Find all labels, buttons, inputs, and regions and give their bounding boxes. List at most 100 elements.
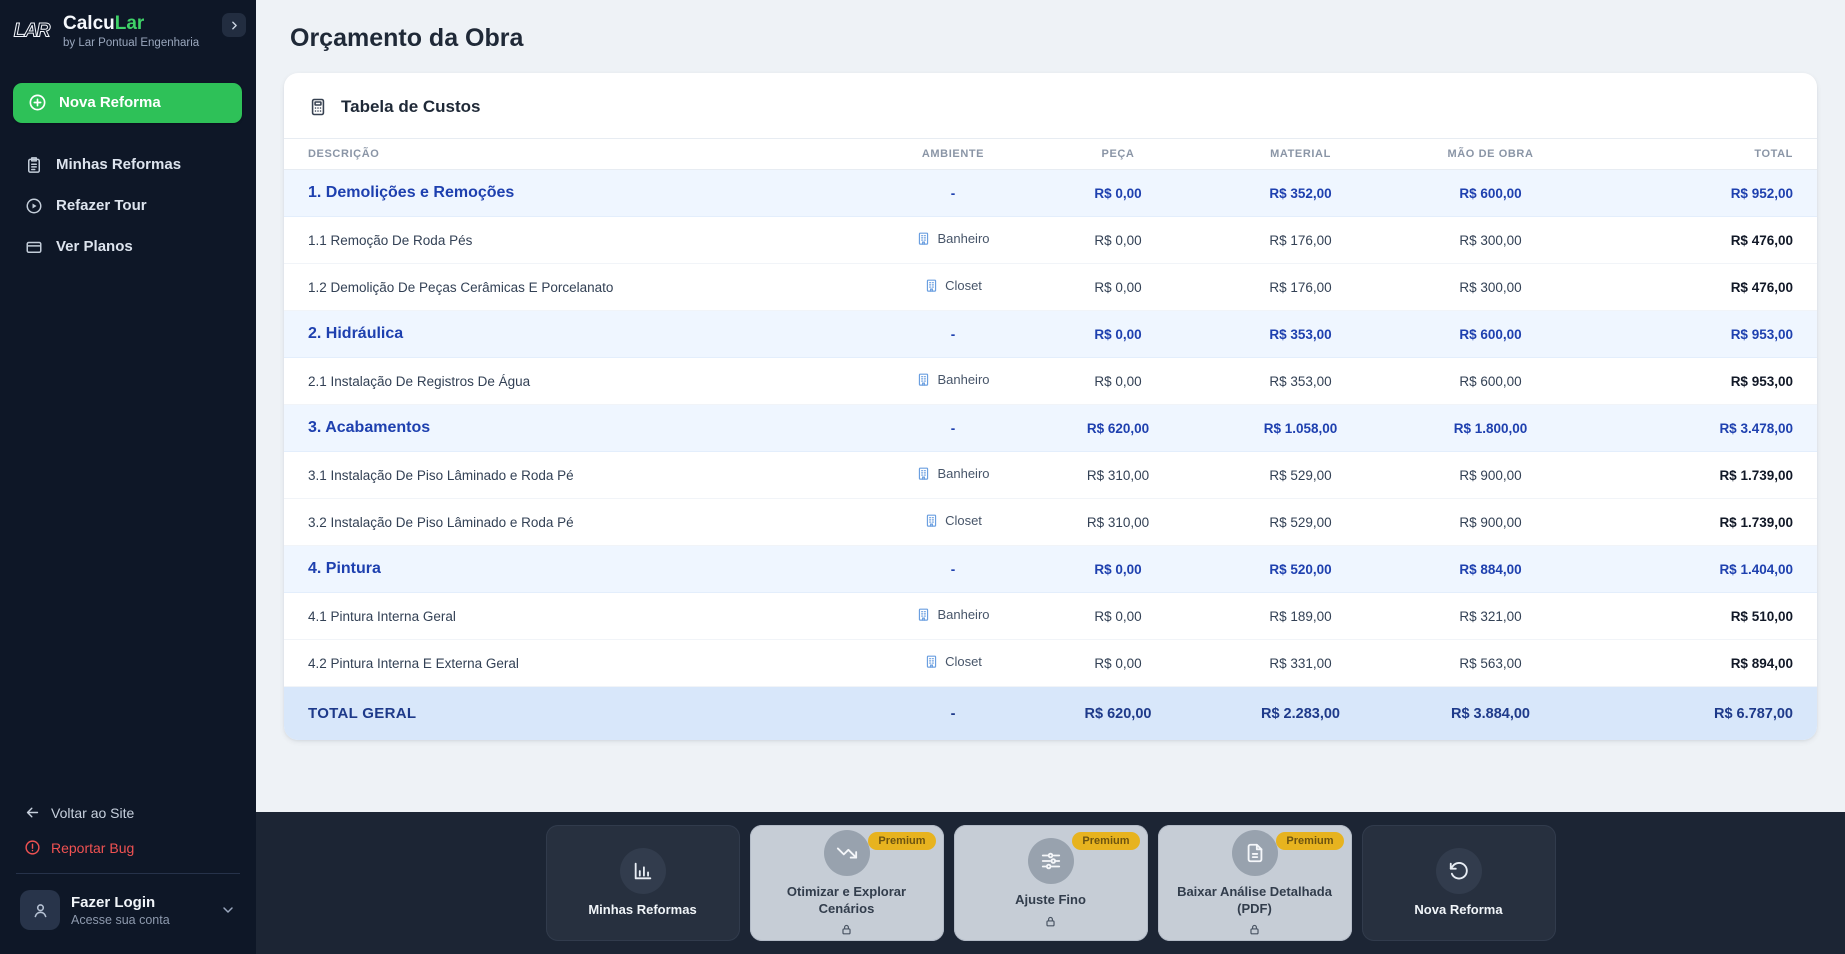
- cell-material: R$ 529,00: [1208, 515, 1393, 530]
- bar-chart-icon: [620, 848, 666, 894]
- cell-mao-de-obra: R$ 1.800,00: [1393, 421, 1588, 436]
- cell-peca: R$ 0,00: [1028, 280, 1208, 295]
- arrow-left-icon: [24, 804, 41, 821]
- cell-mao-de-obra: R$ 600,00: [1393, 374, 1588, 389]
- row-description: 2.1 Instalação De Registros De Água: [308, 374, 878, 389]
- grand-total-row: TOTAL GERAL-R$ 620,00R$ 2.283,00R$ 3.884…: [284, 687, 1817, 740]
- ambiente-dash: -: [951, 706, 956, 722]
- calculator-icon: [308, 97, 328, 117]
- action-label: Ajuste Fino: [1003, 892, 1098, 909]
- cell-peca: R$ 620,00: [1028, 706, 1208, 722]
- cell-peca: R$ 310,00: [1028, 515, 1208, 530]
- chevron-down-icon: [220, 902, 236, 918]
- user-icon: [31, 901, 50, 920]
- cell-peca: R$ 0,00: [1028, 186, 1208, 201]
- table-row: 2.1 Instalação De Registros De Água Banhe…: [284, 358, 1817, 405]
- ambiente-chip: Banheiro: [916, 607, 989, 622]
- cell-material: R$ 353,00: [1208, 327, 1393, 342]
- sliders-icon: [1028, 838, 1074, 884]
- row-description: 1. Demolições e Remoções: [308, 184, 878, 202]
- minhas-reformas-button[interactable]: Minhas Reformas: [546, 825, 740, 941]
- row-description: 1.1 Remoção De Roda Pés: [308, 233, 878, 248]
- lock-icon: [1044, 915, 1057, 928]
- col-total: TOTAL: [1588, 148, 1793, 160]
- col-ambiente: AMBIENTE: [878, 148, 1028, 160]
- calcular-logo-icon: LAR: [13, 15, 53, 45]
- sidebar-collapse-button[interactable]: [222, 13, 246, 37]
- building-icon: [916, 607, 931, 622]
- action-label: Otimizar e Explorar Cenários: [750, 884, 944, 918]
- row-description: 3.1 Instalação De Piso Lâminado e Roda P…: [308, 468, 878, 483]
- premium-badge: Premium: [1072, 832, 1139, 850]
- cell-total: R$ 476,00: [1588, 233, 1793, 248]
- cell-peca: R$ 0,00: [1028, 374, 1208, 389]
- alert-circle-icon: [24, 839, 41, 856]
- cell-peca: R$ 620,00: [1028, 421, 1208, 436]
- cell-total: R$ 1.404,00: [1588, 562, 1793, 577]
- cell-peca: R$ 0,00: [1028, 656, 1208, 671]
- cell-material: R$ 176,00: [1208, 280, 1393, 295]
- credit-card-icon: [25, 238, 43, 256]
- card-header: Tabela de Custos: [284, 73, 1817, 139]
- cell-total: R$ 894,00: [1588, 656, 1793, 671]
- otimizar-cenarios-button[interactable]: PremiumOtimizar e Explorar Cenários: [750, 825, 944, 941]
- rotate-ccw-icon: [1436, 848, 1482, 894]
- sidebar-item-refazer-tour[interactable]: Refazer Tour: [12, 188, 244, 224]
- login-row[interactable]: Fazer Login Acesse sua conta: [14, 886, 242, 944]
- cell-material: R$ 189,00: [1208, 609, 1393, 624]
- cell-material: R$ 353,00: [1208, 374, 1393, 389]
- cell-peca: R$ 310,00: [1028, 468, 1208, 483]
- cell-material: R$ 1.058,00: [1208, 421, 1393, 436]
- ambiente-chip: Closet: [924, 513, 982, 528]
- table-row: 3.1 Instalação De Piso Lâminado e Roda P…: [284, 452, 1817, 499]
- user-avatar: [20, 890, 60, 930]
- sidebar-item-minhas-reformas[interactable]: Minhas Reformas: [12, 147, 244, 183]
- cell-mao-de-obra: R$ 600,00: [1393, 186, 1588, 201]
- ajuste-fino-button[interactable]: Premium Ajuste Fino: [954, 825, 1148, 941]
- row-description: 3. Acabamentos: [308, 419, 878, 437]
- building-icon: [916, 466, 931, 481]
- ambiente-dash: -: [951, 327, 956, 342]
- nova-reforma-bottom-button[interactable]: Nova Reforma: [1362, 825, 1556, 941]
- cell-mao-de-obra: R$ 300,00: [1393, 280, 1588, 295]
- cell-material: R$ 176,00: [1208, 233, 1393, 248]
- svg-text:LAR: LAR: [14, 20, 51, 41]
- cell-material: R$ 529,00: [1208, 468, 1393, 483]
- reportar-bug-link[interactable]: Reportar Bug: [14, 830, 242, 865]
- cell-material: R$ 2.283,00: [1208, 706, 1393, 722]
- plus-circle-icon: [28, 93, 47, 112]
- cell-total: R$ 476,00: [1588, 280, 1793, 295]
- ambiente-dash: -: [951, 186, 956, 201]
- cell-mao-de-obra: R$ 300,00: [1393, 233, 1588, 248]
- row-description: 4.2 Pintura Interna E Externa Geral: [308, 656, 878, 671]
- sidebar-item-ver-planos[interactable]: Ver Planos: [12, 229, 244, 265]
- table-row: 1.2 Demolição De Peças Cerâmicas E Porce…: [284, 264, 1817, 311]
- card-title: Tabela de Custos: [341, 97, 481, 117]
- clipboard-list-icon: [25, 156, 43, 174]
- ambiente-chip: Banheiro: [916, 372, 989, 387]
- ambiente-label: Banheiro: [937, 372, 989, 387]
- app-title: CalcuLar: [63, 13, 199, 35]
- building-icon: [916, 372, 931, 387]
- row-description: 4.1 Pintura Interna Geral: [308, 609, 878, 624]
- cost-table-card: Tabela de Custos DESCRIÇÃO AMBIENTE PEÇA…: [284, 73, 1817, 740]
- main-area: Orçamento da Obra Tabela de Custos DESCR…: [256, 0, 1845, 954]
- login-subtitle: Acesse sua conta: [71, 913, 170, 927]
- cell-mao-de-obra: R$ 563,00: [1393, 656, 1588, 671]
- category-row: 3. Acabamentos-R$ 620,00R$ 1.058,00R$ 1.…: [284, 405, 1817, 452]
- ambiente-chip: Closet: [924, 278, 982, 293]
- cell-total: R$ 1.739,00: [1588, 515, 1793, 530]
- building-icon: [924, 654, 939, 669]
- nova-reforma-sidebar-button[interactable]: Nova Reforma: [13, 83, 242, 123]
- ambiente-label: Closet: [945, 654, 982, 669]
- col-mao-de-obra: MÃO DE OBRA: [1393, 148, 1588, 160]
- action-label: Baixar Análise Detalhada (PDF): [1158, 884, 1352, 918]
- col-material: MATERIAL: [1208, 148, 1393, 160]
- table-row: 4.2 Pintura Interna E Externa Geral Close…: [284, 640, 1817, 687]
- premium-badge: Premium: [1276, 832, 1343, 850]
- voltar-ao-site-link[interactable]: Voltar ao Site: [14, 795, 242, 830]
- ambiente-label: Banheiro: [937, 231, 989, 246]
- sidebar: LAR CalcuLar by Lar Pontual Engenharia N…: [0, 0, 256, 954]
- baixar-analise-pdf-button[interactable]: Premium Baixar Análise Detalhada (PDF): [1158, 825, 1352, 941]
- play-circle-icon: [25, 197, 43, 215]
